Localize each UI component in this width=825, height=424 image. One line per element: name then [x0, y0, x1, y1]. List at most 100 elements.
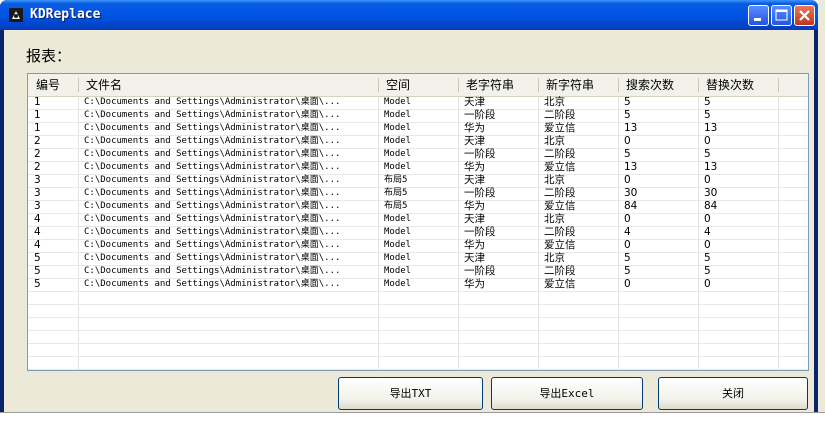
table-cell: 5: [704, 252, 711, 264]
table-cell: 0: [704, 135, 711, 147]
table-row[interactable]: 1 C:\Documents and Settings\Administrator…: [28, 96, 808, 109]
table-cell: C:\Documents and Settings\Administrator\…: [84, 214, 341, 224]
table-row[interactable]: 1 C:\Documents and Settings\Administrator…: [28, 122, 808, 135]
table-cell: Model: [384, 253, 412, 263]
table-cell: 4: [34, 239, 41, 251]
table-cell: 二阶段: [544, 265, 576, 277]
table-row[interactable]: 4 C:\Documents and Settings\Administrator…: [28, 226, 808, 239]
close-button[interactable]: 关闭: [658, 377, 808, 410]
table-cell: Model: [384, 123, 412, 133]
window-title: KDReplace: [30, 7, 101, 22]
table-cell: 二阶段: [544, 226, 576, 238]
table-cell: 华为: [464, 200, 485, 212]
title-bar[interactable]: KDReplace: [0, 0, 818, 30]
table-cell: 5: [704, 148, 711, 160]
column-header-search-count[interactable]: 搜索次数: [618, 74, 698, 96]
table-cell: 0: [704, 239, 711, 251]
minimize-button[interactable]: [748, 5, 769, 26]
table-cell: 北京: [544, 174, 565, 186]
table-cell: 华为: [464, 278, 485, 290]
column-header-space[interactable]: 空间: [378, 74, 458, 96]
table-cell: 爱立信: [544, 239, 576, 251]
table-cell: 0: [624, 278, 631, 290]
table-cell: 一阶段: [464, 148, 496, 160]
column-header-old-string[interactable]: 老字符串: [458, 74, 538, 96]
report-table[interactable]: 编号 文件名 空间 老字符串 新字符串 搜索次数 替换次数 1 C:\Docume…: [27, 73, 809, 371]
table-row[interactable]: 2 C:\Documents and Settings\Administrator…: [28, 161, 808, 174]
table-cell: 天津: [464, 174, 485, 186]
table-cell: C:\Documents and Settings\Administrator\…: [84, 97, 341, 107]
maximize-button[interactable]: [771, 5, 792, 26]
table-cell: 天津: [464, 213, 485, 225]
table-cell: 4: [624, 226, 631, 238]
table-row[interactable]: 4 C:\Documents and Settings\Administrator…: [28, 213, 808, 226]
table-cell: 3: [34, 200, 41, 212]
export-excel-button[interactable]: 导出Excel: [491, 377, 643, 410]
table-row[interactable]: 5 C:\Documents and Settings\Administrator…: [28, 265, 808, 278]
table-cell: Model: [384, 97, 412, 107]
table-cell: 1: [34, 122, 41, 134]
table-cell: 5: [624, 109, 631, 121]
table-cell: 84: [704, 200, 718, 212]
table-cell: Model: [384, 214, 412, 224]
table-cell: 3: [34, 174, 41, 186]
table-row[interactable]: 3 C:\Documents and Settings\Administrator…: [28, 174, 808, 187]
table-cell: 5: [704, 265, 711, 277]
close-window-button[interactable]: [794, 5, 815, 26]
table-cell: 北京: [544, 135, 565, 147]
table-row[interactable]: 3 C:\Documents and Settings\Administrator…: [28, 200, 808, 213]
table-cell: 5: [704, 109, 711, 121]
table-row[interactable]: 4 C:\Documents and Settings\Administrator…: [28, 239, 808, 252]
table-cell: 北京: [544, 213, 565, 225]
table-cell: Model: [384, 149, 412, 159]
table-cell: 1: [34, 96, 41, 108]
minimize-icon: [754, 18, 761, 21]
report-label: 报表：: [26, 47, 72, 65]
table-cell: 0: [704, 174, 711, 186]
column-header-new-string[interactable]: 新字符串: [538, 74, 618, 96]
table-cell: 0: [624, 135, 631, 147]
table-cell: 一阶段: [464, 109, 496, 121]
table-cell: C:\Documents and Settings\Administrator\…: [84, 162, 341, 172]
table-cell: 5: [34, 278, 41, 290]
table-cell: 2: [34, 148, 41, 160]
table-cell: 0: [704, 278, 711, 290]
table-cell: 5: [624, 265, 631, 277]
table-cell: C:\Documents and Settings\Administrator\…: [84, 149, 341, 159]
table-cell: 30: [624, 187, 638, 199]
table-cell: C:\Documents and Settings\Administrator\…: [84, 201, 341, 211]
table-cell: Model: [384, 266, 412, 276]
table-cell: 爱立信: [544, 200, 576, 212]
column-header-filename[interactable]: 文件名: [78, 74, 378, 96]
table-cell: Model: [384, 279, 412, 289]
table-header: 编号 文件名 空间 老字符串 新字符串 搜索次数 替换次数: [28, 74, 808, 97]
table-cell: C:\Documents and Settings\Administrator\…: [84, 240, 341, 250]
table-row[interactable]: 3 C:\Documents and Settings\Administrator…: [28, 187, 808, 200]
table-cell: 1: [34, 109, 41, 121]
table-cell: 0: [624, 239, 631, 251]
table-row[interactable]: 2 C:\Documents and Settings\Administrator…: [28, 135, 808, 148]
table-cell: 5: [624, 252, 631, 264]
table-cell: 华为: [464, 122, 485, 134]
table-cell: 0: [624, 213, 631, 225]
table-cell: 爱立信: [544, 161, 576, 173]
table-row[interactable]: 1 C:\Documents and Settings\Administrator…: [28, 109, 808, 122]
table-cell: 13: [624, 122, 638, 134]
maximize-icon: [775, 9, 788, 21]
table-row[interactable]: 5 C:\Documents and Settings\Administrator…: [28, 278, 808, 291]
background-app-strip: [818, 0, 825, 423]
table-row[interactable]: 2 C:\Documents and Settings\Administrator…: [28, 148, 808, 161]
column-header-id[interactable]: 编号: [28, 74, 78, 96]
table-cell: 4: [704, 226, 711, 238]
table-cell: C:\Documents and Settings\Administrator\…: [84, 175, 341, 185]
export-txt-button[interactable]: 导出TXT: [338, 377, 483, 410]
table-cell: 5: [34, 265, 41, 277]
table-cell: Model: [384, 162, 412, 172]
table-row[interactable]: 5 C:\Documents and Settings\Administrator…: [28, 252, 808, 265]
table-cell: 13: [624, 161, 638, 173]
background-app-strip-bottom: [0, 412, 825, 424]
column-header-replace-count[interactable]: 替换次数: [698, 74, 778, 96]
table-cell: 2: [34, 161, 41, 173]
table-cell: 二阶段: [544, 187, 576, 199]
table-cell: 5: [624, 148, 631, 160]
